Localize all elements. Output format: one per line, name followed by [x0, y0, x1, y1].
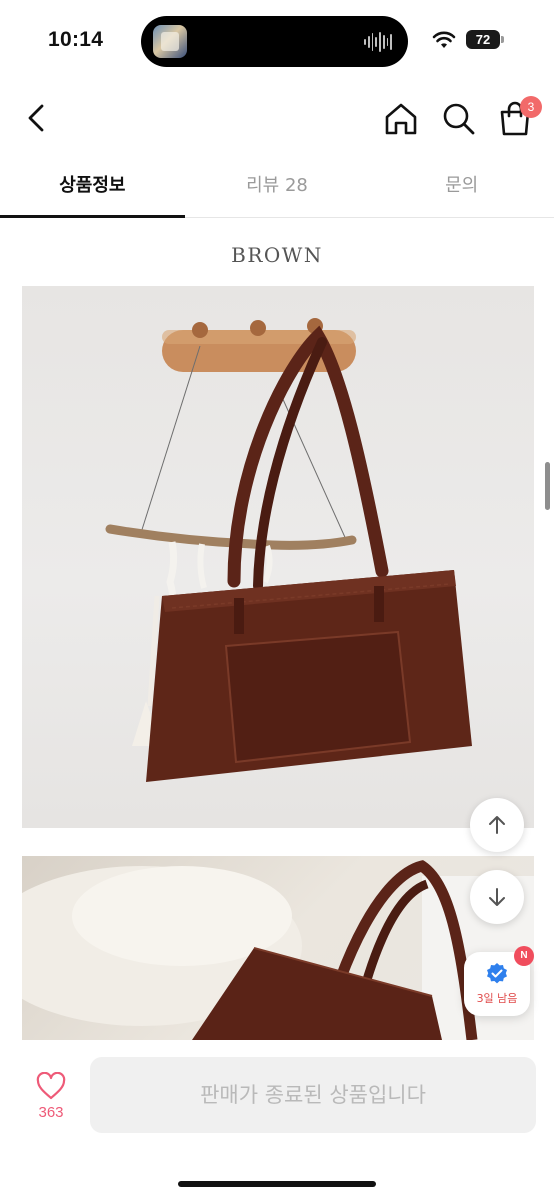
battery-indicator: 72	[466, 30, 504, 49]
sold-out-button[interactable]: 판매가 종료된 상품입니다	[90, 1057, 536, 1133]
new-badge: N	[514, 946, 534, 966]
tab-product-info[interactable]: 상품정보	[0, 160, 185, 218]
status-indicators: 72	[432, 30, 504, 49]
coupon-days-left: 3일 남음	[476, 992, 518, 1005]
audio-waveform-icon	[364, 30, 392, 54]
like-button[interactable]: 363	[24, 1070, 78, 1130]
like-count: 363	[38, 1104, 64, 1121]
product-tabs: 상품정보 리뷰 28 문의	[0, 160, 554, 218]
arrow-up-icon	[489, 816, 505, 834]
scrollbar-thumb[interactable]	[545, 462, 550, 510]
tab-inquiry[interactable]: 문의	[369, 160, 554, 217]
back-button[interactable]	[18, 98, 58, 138]
home-indicator[interactable]	[178, 1181, 376, 1187]
wifi-icon	[432, 31, 456, 48]
status-bar: 10:14 72	[0, 0, 554, 80]
search-icon	[443, 103, 475, 135]
product-image-bag-detail	[22, 856, 534, 1040]
arrow-down-icon	[489, 888, 505, 906]
dynamic-island	[141, 16, 408, 67]
search-button[interactable]	[438, 98, 480, 140]
heart-icon	[36, 1071, 66, 1100]
product-image-brown-bag	[22, 286, 534, 828]
verified-badge-icon	[487, 963, 507, 984]
bottom-action-bar: 363 판매가 종료된 상품입니다	[0, 1040, 554, 1200]
color-option-label: BROWN	[231, 243, 323, 267]
status-time: 10:14	[48, 28, 104, 51]
tab-reviews[interactable]: 리뷰 28	[185, 160, 370, 217]
now-playing-artwork	[153, 25, 187, 58]
scroll-to-bottom-button[interactable]	[470, 870, 524, 924]
scroll-to-top-button[interactable]	[470, 798, 524, 852]
top-navigation	[0, 88, 554, 148]
home-button[interactable]	[380, 98, 422, 140]
chevron-left-icon	[28, 104, 44, 132]
cart-count-badge: 3	[520, 96, 542, 118]
home-icon	[385, 103, 417, 135]
